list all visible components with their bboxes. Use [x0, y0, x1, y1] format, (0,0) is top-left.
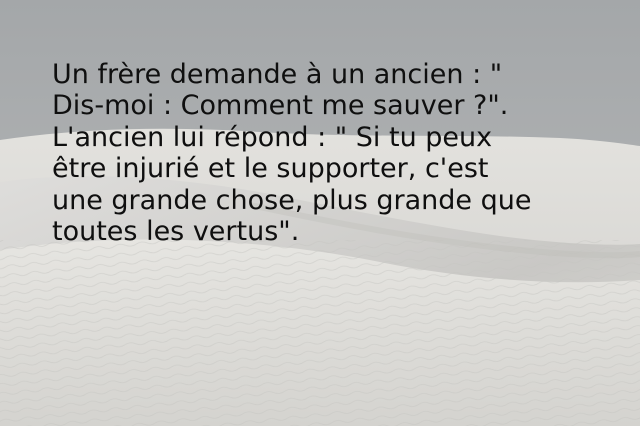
quote-line-2: Dis-moi : Comment me sauver ?".: [52, 90, 509, 122]
quote-line-1: Un frère demande à un ancien : ": [52, 59, 503, 90]
quote-line-4: être injurié et le supporter, c'est: [52, 153, 489, 185]
quote-line-3: L'ancien lui répond : " Si tu peux: [52, 121, 493, 153]
quote-line-5: une grande chose, plus grande que: [52, 184, 532, 216]
sand-ripples: [0, 240, 640, 426]
quote-text: Un frère demande à un ancien : " Dis-moi…: [52, 59, 612, 247]
desert-background-photo: Un frère demande à un ancien : " Dis-moi…: [0, 0, 640, 426]
quote-line-6: toutes les vertus".: [52, 216, 300, 248]
